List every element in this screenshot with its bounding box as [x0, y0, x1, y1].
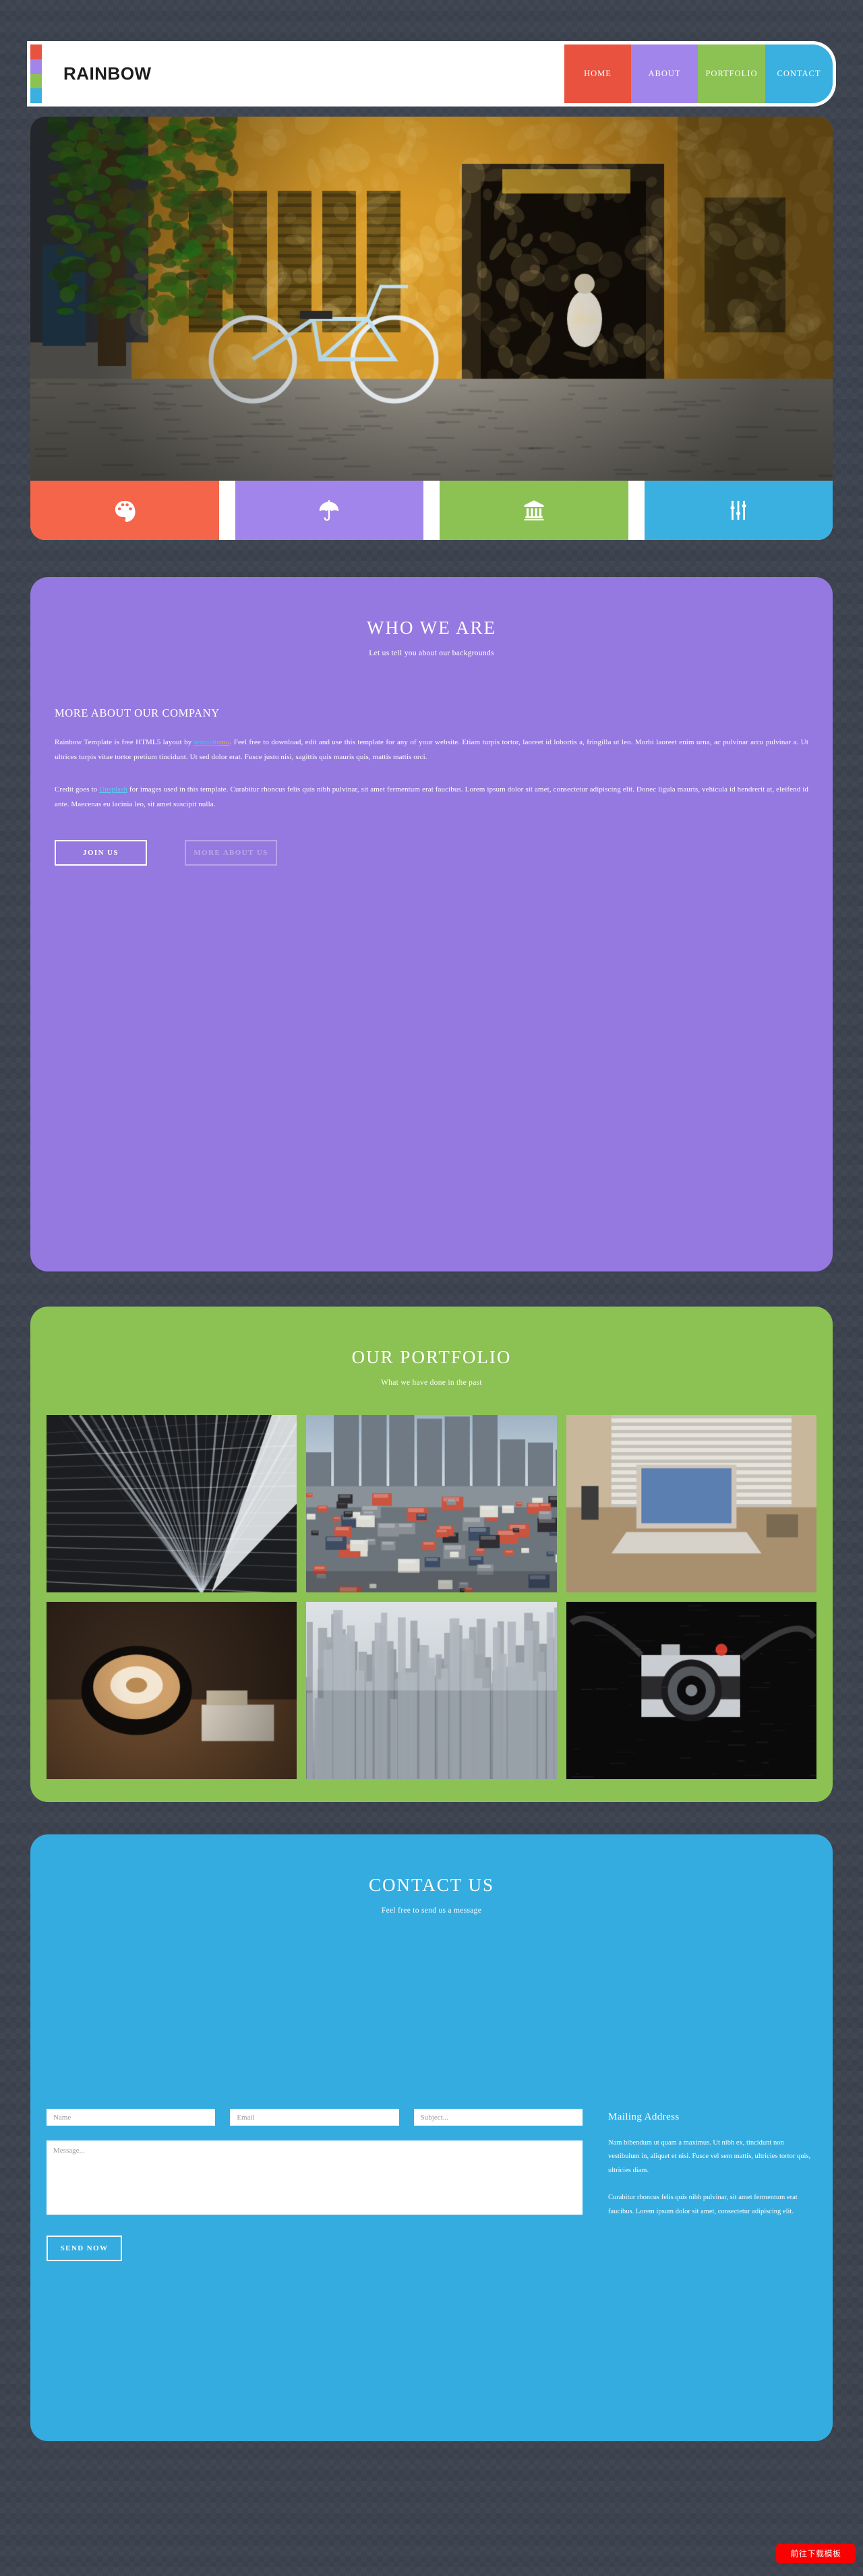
about-button-row: JOIN US MORE ABOUT US: [55, 840, 816, 866]
mailing-address-paragraph-1: Nam bibendum ut quam a maximus. Ut nibh …: [608, 2139, 811, 2174]
mailing-address-title: Mailing Address: [608, 2111, 680, 2122]
portfolio-tile-glass-facade-architecture[interactable]: [47, 1415, 297, 1592]
nav-item-contact[interactable]: CONTACT: [765, 44, 833, 103]
subject-input[interactable]: [413, 2109, 583, 2126]
about-subtitle: Let us tell you about our backgrounds: [369, 649, 494, 657]
contact-form: SEND NOW: [47, 2109, 583, 2261]
about-heading: MORE ABOUT OUR COMPANY: [55, 707, 220, 719]
nav-item-portfolio-label: PORTFOLIO: [705, 69, 758, 78]
feature-bank[interactable]: [440, 481, 628, 540]
nav-item-home-label: HOME: [584, 69, 612, 78]
logo-stripe-red: [30, 44, 42, 59]
portfolio-tile-city-street-traffic[interactable]: [306, 1415, 557, 1592]
about-p2-before: Credit goes to: [55, 785, 100, 793]
feature-palette[interactable]: [30, 481, 219, 540]
contact-section: CONTACT US Feel free to send us a messag…: [30, 1834, 833, 2441]
palette-icon: [115, 500, 136, 522]
logo-stripe-purple: [30, 59, 42, 74]
download-template-button[interactable]: 前往下载模板: [776, 2544, 856, 2563]
about-p2-after: for images used in this template. Curabi…: [55, 785, 809, 808]
hero-image: [30, 117, 833, 481]
nav-item-home[interactable]: HOME: [564, 44, 631, 103]
bank-icon: [524, 500, 544, 520]
nav-item-contact-label: CONTACT: [777, 69, 821, 78]
brand-name: RAINBOW: [63, 63, 152, 84]
join-us-button[interactable]: JOIN US: [55, 840, 147, 866]
page-root: RAINBOW HOME ABOUT PORTFOLIO CONTACT WHO…: [0, 44, 863, 2563]
main-nav: HOME ABOUT PORTFOLIO CONTACT: [564, 44, 833, 103]
contact-field-row: [47, 2109, 583, 2126]
feature-icon-bar: [30, 481, 833, 540]
portfolio-tile-laptop-desk-workspace[interactable]: [566, 1415, 816, 1592]
hero-photo-bicycle-alley: [30, 117, 833, 481]
portfolio-grid: [47, 1415, 816, 1779]
sliders-icon: [730, 500, 746, 520]
portfolio-tile-aerial-city-skyline[interactable]: [306, 1602, 557, 1779]
umbrella-icon: [320, 500, 339, 521]
feature-umbrella[interactable]: [235, 481, 423, 540]
logo-stripe-green: [30, 73, 42, 89]
nav-item-about[interactable]: ABOUT: [631, 44, 698, 103]
nav-item-portfolio[interactable]: PORTFOLIO: [698, 44, 765, 103]
about-paragraph-2: Credit goes to Unsplash for images used …: [55, 782, 808, 812]
rainbow-logo-stripes: [30, 44, 42, 103]
about-paragraph-1: Rainbow Template is free HTML5 layout by…: [55, 735, 808, 765]
contact-body: SEND NOW Mailing Address Nam bibendum ut…: [47, 2109, 816, 2261]
about-section: WHO WE ARE Let us tell you about our bac…: [30, 577, 833, 1271]
email-input[interactable]: [230, 2109, 399, 2126]
site-header: RAINBOW HOME ABOUT PORTFOLIO CONTACT: [30, 44, 833, 103]
send-now-button[interactable]: SEND NOW: [47, 2236, 122, 2261]
brand-area[interactable]: RAINBOW: [42, 44, 564, 103]
portfolio-tile-vintage-camera[interactable]: [566, 1602, 816, 1779]
unsplash-link[interactable]: Unsplash: [99, 785, 127, 793]
logo-stripe-blue: [30, 88, 42, 103]
more-about-us-button[interactable]: MORE ABOUT US: [185, 840, 277, 866]
contact-title: CONTACT US: [368, 1875, 495, 1895]
about-title: WHO WE ARE: [367, 618, 496, 638]
portfolio-subtitle: What we have done in the past: [381, 1379, 482, 1387]
mailing-address: Mailing Address Nam bibendum ut quam a m…: [608, 2109, 816, 2261]
nav-item-about-label: ABOUT: [648, 69, 681, 78]
message-textarea[interactable]: [47, 2140, 583, 2215]
mailing-address-paragraph-2: Curabitur rhoncus felis quis nibh pulvin…: [608, 2194, 798, 2215]
about-p1-before: Rainbow Template is free HTML5 layout by: [55, 738, 194, 746]
header-bar: RAINBOW HOME ABOUT PORTFOLIO CONTACT: [30, 44, 833, 103]
name-input[interactable]: [47, 2109, 216, 2126]
portfolio-section: OUR PORTFOLIO What we have done in the p…: [30, 1307, 833, 1802]
contact-subtitle: Feel free to send us a message: [381, 1907, 482, 1915]
portfolio-tile-latte-coffee-cup[interactable]: [47, 1602, 297, 1779]
templatemo-link-part1[interactable]: template: [194, 738, 220, 746]
portfolio-title: OUR PORTFOLIO: [351, 1347, 512, 1367]
templatemo-link-part2[interactable]: mo: [220, 738, 229, 746]
feature-sliders[interactable]: [644, 481, 833, 540]
